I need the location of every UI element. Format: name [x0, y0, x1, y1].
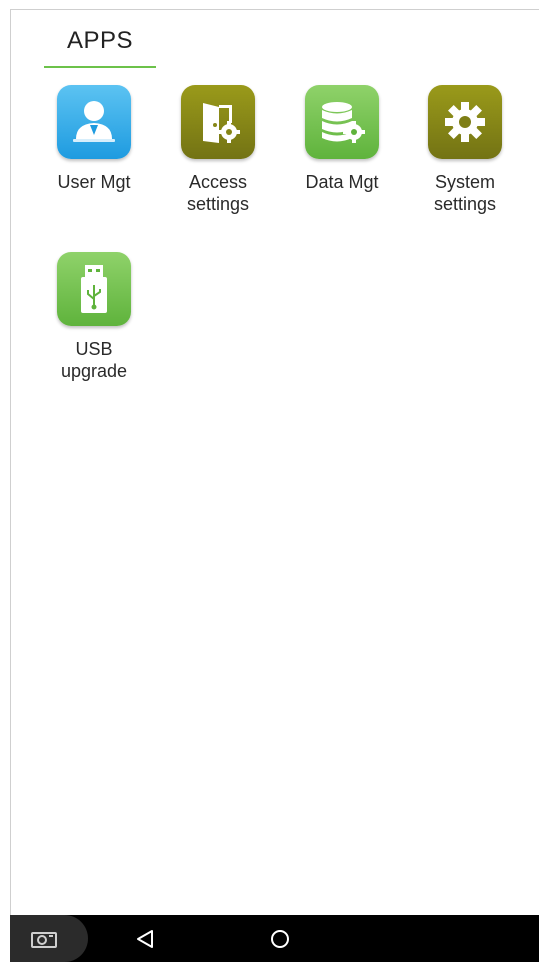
- app-label: System settings: [433, 172, 497, 214]
- tab-apps[interactable]: APPS: [44, 10, 156, 68]
- back-button[interactable]: [121, 915, 169, 962]
- app-system-settings[interactable]: System settings: [410, 85, 520, 235]
- door-gear-icon: [181, 85, 255, 159]
- app-data-mgt[interactable]: Data Mgt: [287, 85, 397, 235]
- app-drawer-screen: APPS User Mgt Access settings Data Mgt S…: [0, 0, 539, 962]
- app-label: USB upgrade: [60, 339, 128, 381]
- home-button[interactable]: [256, 915, 304, 962]
- app-access-settings[interactable]: Access settings: [163, 85, 273, 235]
- camera-icon: [31, 932, 57, 948]
- gear-icon: [428, 85, 502, 159]
- home-icon: [271, 930, 289, 948]
- frame-border-left: [10, 9, 11, 915]
- app-label: Data Mgt: [305, 172, 379, 192]
- tab-active-indicator: [44, 66, 156, 68]
- back-icon: [137, 930, 153, 948]
- tab-apps-label: APPS: [66, 27, 134, 54]
- camera-button[interactable]: [10, 915, 88, 962]
- database-gear-icon: [305, 85, 379, 159]
- app-usb-upgrade[interactable]: USB upgrade: [39, 252, 149, 402]
- app-label: Access settings: [186, 172, 250, 214]
- usb-drive-icon: [57, 252, 131, 326]
- app-user-mgt[interactable]: User Mgt: [39, 85, 149, 235]
- user-icon: [57, 85, 131, 159]
- navigation-bar: [10, 915, 539, 962]
- app-label: User Mgt: [57, 172, 131, 192]
